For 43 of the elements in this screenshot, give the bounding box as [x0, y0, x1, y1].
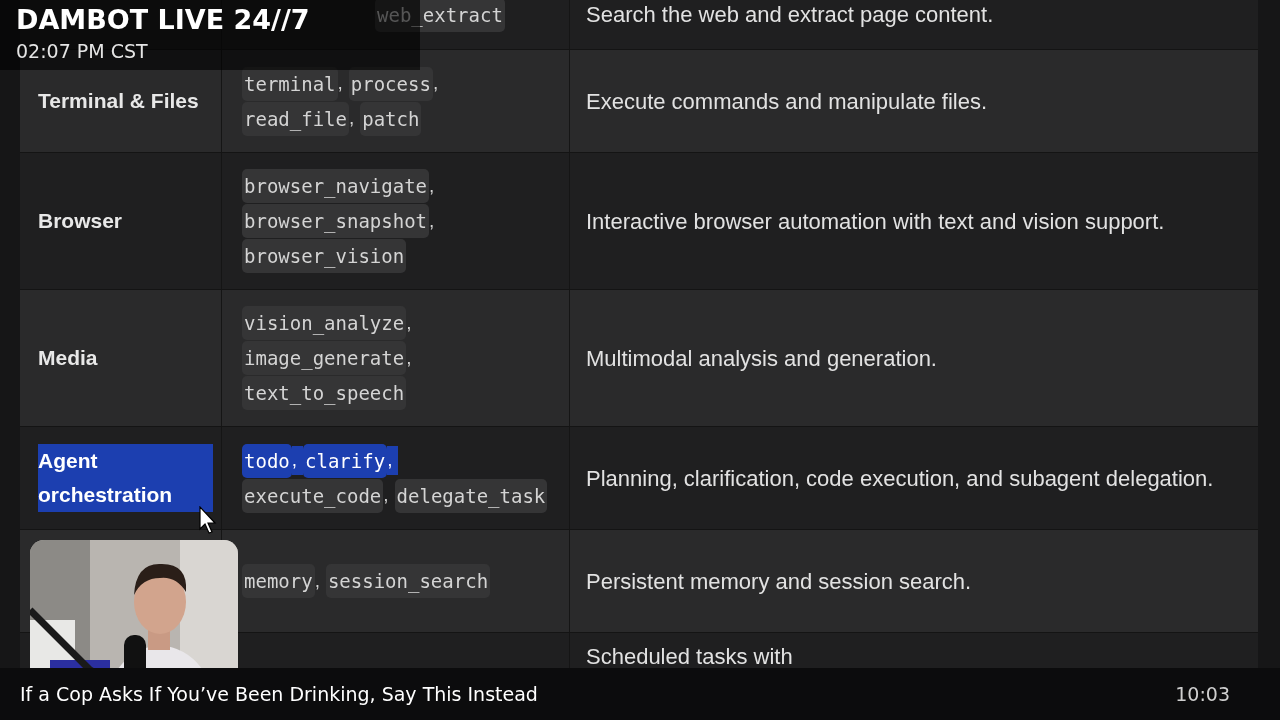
tool-name: execute_code	[242, 478, 384, 513]
tool-name: browser_vision	[242, 239, 407, 273]
comma-separator: ,	[406, 345, 413, 370]
tool-name: browser_snapshot	[242, 204, 430, 238]
category-label: Media	[38, 345, 98, 371]
tool-name: terminal	[242, 66, 338, 101]
description-text: Execute commands and manipulate files.	[586, 87, 988, 116]
tool-name: image_generate	[242, 341, 407, 375]
comma-separator: ,	[429, 208, 436, 233]
tool-name: browser_navigate	[242, 169, 430, 203]
comma-separator: ,	[432, 71, 440, 96]
description-text: Search the web and extract page content.	[586, 1, 994, 29]
category-label: Terminal & Files	[38, 88, 199, 114]
comma-separator: ,	[337, 71, 344, 96]
stream-time: 02:07 PM CST	[16, 39, 148, 64]
video-title: If a Cop Asks If You’ve Been Drinking, Say This Instead	[20, 681, 538, 707]
comma-separator: ,	[383, 483, 390, 508]
description-text: Multimodal analysis and generation.	[586, 344, 937, 373]
comma-separator: ,	[314, 568, 321, 593]
description-text: Interactive browser automation with text and vision support.	[586, 207, 1165, 236]
tool-name: web_extract	[375, 0, 505, 32]
tool-name: clarify	[303, 443, 388, 478]
tool-name: read_file	[242, 101, 349, 136]
video-duration: 10:03	[1175, 681, 1231, 707]
comma-separator: ,	[348, 106, 356, 131]
tool-name: text_to_speech	[242, 376, 407, 410]
comma-separator: ,	[387, 446, 399, 475]
category-label: Agent orchestration	[38, 444, 213, 512]
tool-name: patch	[360, 101, 422, 136]
tool-name: memory	[242, 564, 315, 598]
description-text: Scheduled tasks with	[586, 643, 793, 671]
comma-separator: ,	[429, 173, 436, 198]
tool-name: process	[348, 66, 433, 101]
description-text: Persistent memory and session search.	[586, 567, 972, 596]
category-label: Browser	[38, 208, 123, 234]
tool-name: todo	[242, 443, 292, 478]
comma-separator: ,	[406, 310, 413, 335]
stream-title: DAMBOT LIVE 24//7	[16, 3, 310, 37]
tool-name: vision_analyze	[242, 306, 407, 340]
cursor-icon	[199, 506, 217, 534]
tool-name: delegate_task	[394, 478, 548, 513]
tool-name: session_search	[325, 564, 491, 598]
description-text: Planning, clarification, code execution, and subagent delegation.	[586, 464, 1214, 493]
